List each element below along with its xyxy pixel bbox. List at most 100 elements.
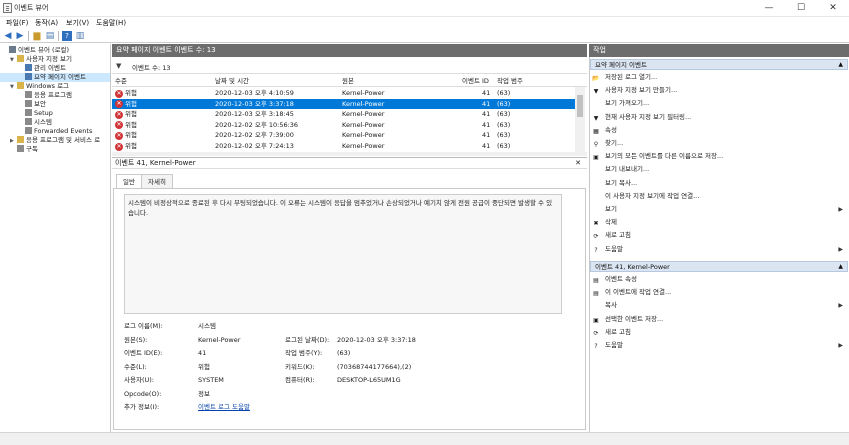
action-item[interactable]: ▣ 선택한 이벤트 저장...	[592, 314, 847, 325]
action-item[interactable]: 보기 ▶	[592, 204, 847, 215]
error-icon: ✕	[115, 100, 123, 109]
tree-node-label: 이벤트 뷰어 (로컬)	[18, 46, 70, 54]
action-item[interactable]: ▣ 보기의 모든 이벤트를 다른 이름으로 저장...	[592, 151, 847, 162]
action-label: 찾기...	[605, 139, 624, 147]
toolbar-separator	[58, 31, 59, 41]
action-item[interactable]: ▤ 이 이벤트에 작업 연결...	[592, 287, 847, 298]
event-viewer-app-icon	[3, 3, 12, 13]
tree-node-label: 관리 이벤트	[34, 64, 66, 72]
tree-node[interactable]: 응용 프로그램	[0, 91, 110, 100]
expand-toggle-icon[interactable]: ▼	[10, 83, 17, 92]
detail-tabs: 일반 자세히	[112, 170, 587, 189]
action-item[interactable]: ⚲ 찾기...	[592, 138, 847, 149]
tree-node-label: 사용자 지정 보기	[26, 55, 72, 63]
event-list-scroll-thumb[interactable]	[577, 95, 583, 117]
event-level: 위험	[125, 89, 137, 97]
action-item[interactable]: 복사 ▶	[592, 300, 847, 311]
event-source: Kernel-Power	[342, 142, 385, 150]
event-datetime: 2020-12-03 오후 3:37:18	[215, 99, 294, 108]
menu-view[interactable]: 보기(V)	[66, 17, 89, 29]
tree-node[interactable]: 관리 이벤트	[0, 64, 110, 73]
event-log-help-link[interactable]: 이벤트 로그 도움말	[198, 402, 250, 412]
actions-section-custom-view[interactable]: 요약 페이지 이벤트 ▲	[590, 59, 848, 70]
tree-node[interactable]: 요약 페이지 이벤트	[0, 73, 110, 82]
tree-node[interactable]: 시스템	[0, 118, 110, 127]
action-item[interactable]: 보기 복사...	[592, 178, 847, 189]
event-list-hscrollbar[interactable]	[112, 152, 587, 156]
folder-icon[interactable]: ▆	[32, 31, 42, 41]
error-icon: ✕	[115, 121, 123, 130]
event-count-text: 이벤트 수: 13	[132, 64, 171, 72]
tree-node-label: 응용 프로그램	[34, 91, 72, 99]
menu-file[interactable]: 파일(F)	[6, 17, 28, 29]
column-event-id[interactable]: 이벤트 ID	[462, 75, 489, 87]
tree-node[interactable]: 보안	[0, 100, 110, 109]
actions-section-event[interactable]: 이벤트 41, Kernel-Power ▲	[590, 261, 848, 272]
tree-node[interactable]: Forwarded Events	[0, 127, 110, 136]
help-icon[interactable]: ?	[62, 31, 72, 41]
error-icon: ✕	[115, 110, 123, 119]
column-source[interactable]: 원본	[342, 75, 354, 87]
column-level[interactable]: 수준	[115, 75, 127, 87]
tree-node[interactable]: 구독	[0, 145, 110, 154]
actions-section-title: 이벤트 41, Kernel-Power	[595, 263, 670, 271]
tab-general[interactable]: 일반	[116, 174, 142, 189]
event-source: Kernel-Power	[342, 110, 385, 119]
column-datetime[interactable]: 날짜 및 시간	[215, 75, 249, 87]
back-arrow-icon[interactable]: ◀	[3, 31, 13, 41]
collapse-up-icon[interactable]: ▲	[838, 60, 843, 70]
action-icon: ?	[594, 246, 598, 254]
forward-arrow-icon[interactable]: ▶	[15, 31, 25, 41]
event-row[interactable]: ✕ 위험 2020-12-02 오후 7:39:00 Kernel-Power 41 (6…	[112, 130, 575, 141]
action-item[interactable]: ▤ 이벤트 속성	[592, 274, 847, 285]
action-pane-icon[interactable]: ▥	[75, 31, 85, 41]
event-row[interactable]: ✕ 위험 2020-12-02 오후 7:24:13 Kernel-Power 41 (6…	[112, 141, 575, 152]
action-item[interactable]: 📂 저장된 로그 열기...	[592, 72, 847, 83]
event-detail-title: 이벤트 41, Kernel-Power	[115, 159, 196, 167]
panel-icon[interactable]: ▤	[45, 31, 55, 41]
expand-toggle-icon[interactable]: ▼	[10, 56, 17, 65]
column-task-category[interactable]: 작업 범주	[497, 75, 523, 87]
tab-details[interactable]: 자세히	[141, 174, 173, 189]
action-item[interactable]: ✖ 삭제	[592, 217, 847, 228]
minimize-button[interactable]: —	[753, 0, 785, 17]
action-item[interactable]: ▼ 사용자 지정 보기 만들기...	[592, 85, 847, 96]
tree-node[interactable]: ▶ 응용 프로그램 및 서비스 로	[0, 136, 110, 145]
collapse-up-icon[interactable]: ▲	[838, 262, 843, 272]
computer-value: DESKTOP-L65UM1G	[337, 376, 401, 384]
action-item[interactable]: 이 사용자 지정 보기에 작업 연결...	[592, 191, 847, 202]
tree-node[interactable]: Setup	[0, 109, 110, 118]
detail-close-icon[interactable]: ✕	[575, 158, 581, 169]
action-item[interactable]: ▼ 현재 사용자 지정 보기 필터링...	[592, 112, 847, 123]
action-label: 도움말	[605, 341, 623, 349]
action-icon	[592, 178, 600, 186]
event-category: (63)	[497, 142, 511, 150]
action-item[interactable]: ? 도움말 ▶	[592, 340, 847, 351]
action-label: 이 사용자 지정 보기에 작업 연결...	[605, 191, 700, 200]
action-item[interactable]: 보기 내보내기...	[592, 164, 847, 175]
event-row[interactable]: ✕ 위험 2020-12-03 오후 3:18:45 Kernel-Power 41 (6…	[112, 109, 575, 120]
action-item[interactable]: ⟳ 새로 고침	[592, 230, 847, 241]
event-datetime: 2020-12-02 오후 7:39:00	[215, 131, 294, 140]
event-row[interactable]: ✕ 위험 2020-12-02 오후 10:56:36 Kernel-Power 41 (…	[112, 120, 575, 131]
menu-action[interactable]: 동작(A)	[35, 17, 58, 29]
close-button[interactable]: ✕	[817, 0, 849, 17]
action-label: 새로 고침	[605, 231, 631, 240]
maximize-button[interactable]: ☐	[785, 0, 817, 17]
menu-help[interactable]: 도움말(H)	[96, 17, 126, 29]
action-item[interactable]: ⟳ 새로 고침	[592, 327, 847, 338]
tree-node[interactable]: ▼ Windows 로그	[0, 82, 110, 91]
event-row[interactable]: ✕ 위험 2020-12-03 오후 4:10:59 Kernel-Power 41 (6…	[112, 88, 575, 99]
event-row[interactable]: ✕ 위험 2020-12-03 오후 3:37:18 Kernel-Power 41 (6…	[112, 98, 575, 110]
event-datetime: 2020-12-03 오후 3:18:45	[215, 110, 294, 119]
action-item[interactable]: 보기 가져오기...	[592, 98, 847, 109]
event-message[interactable]: 시스템이 비정상적으로 종료된 후 다시 부팅되었습니다. 이 오류는 시스템이…	[124, 194, 562, 314]
action-icon	[592, 164, 600, 172]
action-label: 선택한 이벤트 저장...	[605, 314, 664, 323]
event-source: Kernel-Power	[342, 89, 385, 97]
event-datetime: 2020-12-03 오후 4:10:59	[215, 89, 294, 97]
tree-node[interactable]: 이벤트 뷰어 (로컬)	[0, 46, 110, 55]
action-item[interactable]: ▦ 속성	[592, 125, 847, 136]
tree-node[interactable]: ▼ 사용자 지정 보기	[0, 55, 110, 64]
action-item[interactable]: ? 도움말 ▶	[592, 244, 847, 255]
